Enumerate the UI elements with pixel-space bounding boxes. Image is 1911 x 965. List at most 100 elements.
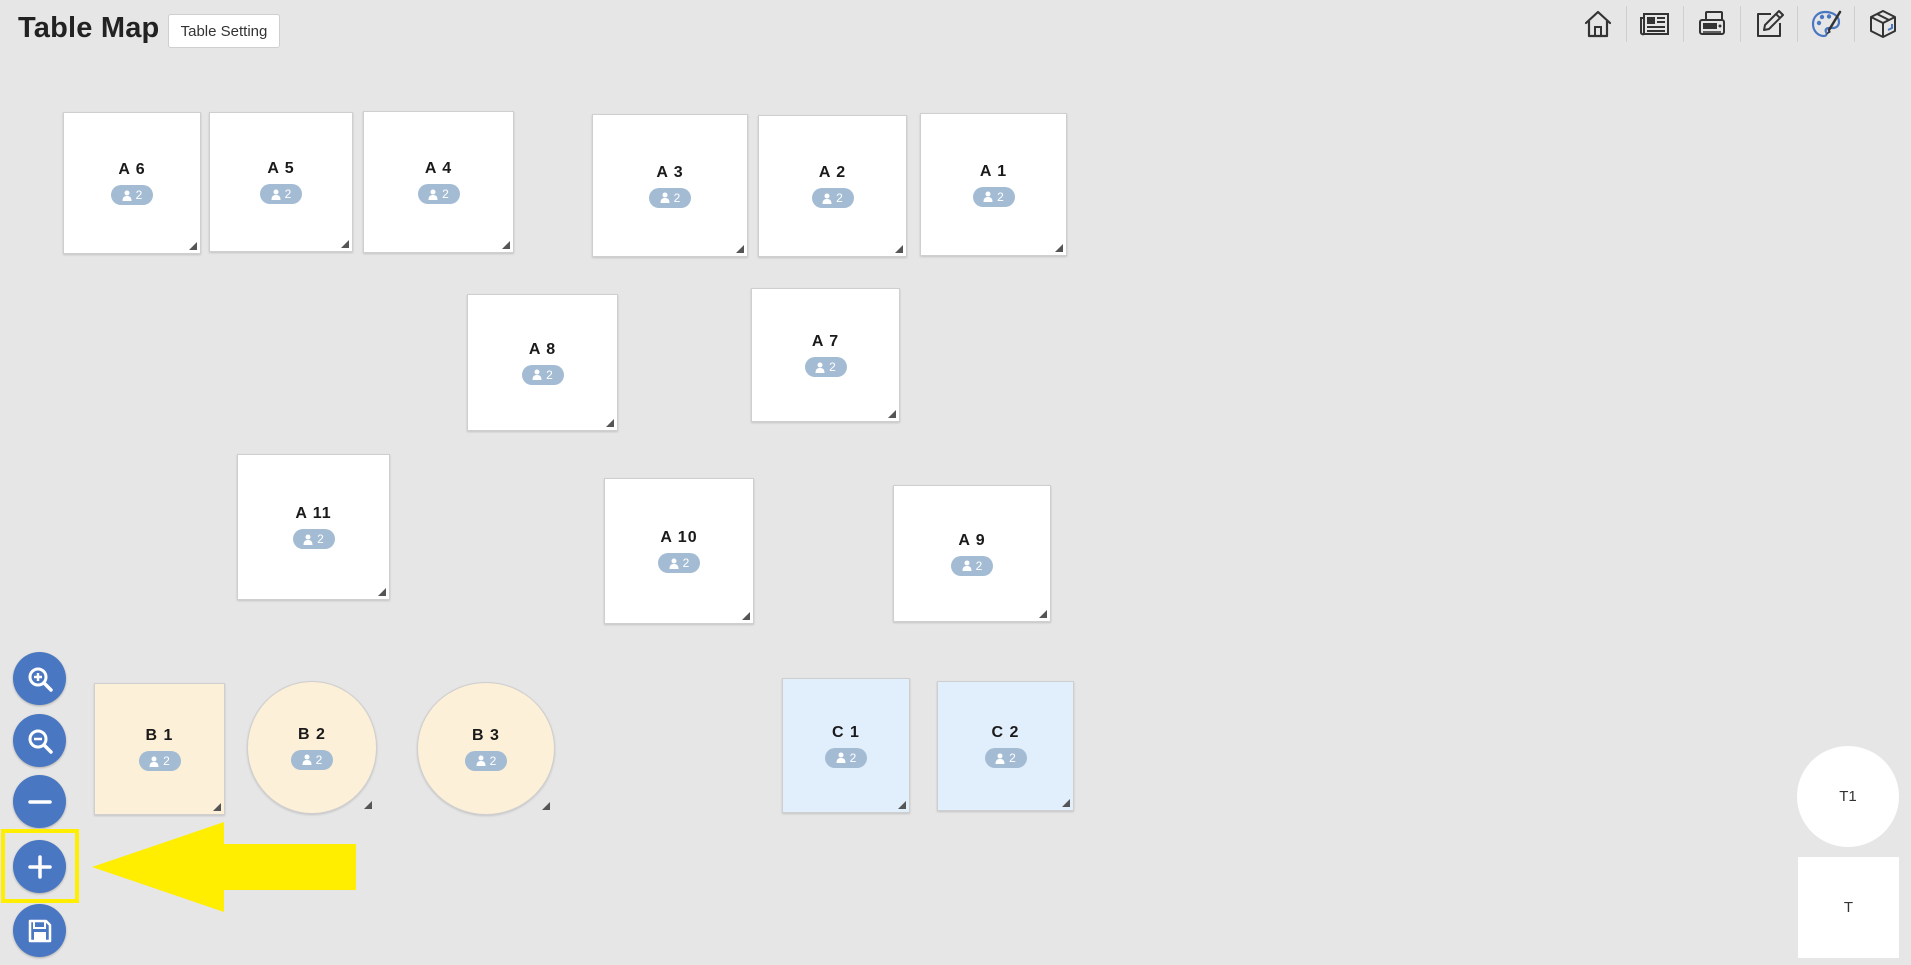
- resize-handle[interactable]: [606, 419, 614, 427]
- table-b1[interactable]: B 1 2: [94, 683, 225, 815]
- top-toolbar: [1570, 6, 1911, 42]
- table-name: B 2: [298, 725, 326, 743]
- resize-handle[interactable]: [736, 245, 744, 253]
- table-c1[interactable]: C 1 2: [782, 678, 910, 813]
- table-name: B 3: [472, 726, 500, 744]
- seat-count: 2: [829, 360, 836, 374]
- remove-table-button[interactable]: [13, 775, 66, 828]
- table-a11[interactable]: A 11 2: [237, 454, 390, 600]
- yellow-arrow: [92, 822, 356, 912]
- table-a8[interactable]: A 8 2: [467, 294, 618, 431]
- table-name: C 2: [991, 724, 1020, 741]
- table-a10[interactable]: A 10 2: [604, 478, 754, 624]
- news-button[interactable]: [1627, 6, 1684, 42]
- person-icon: [660, 192, 670, 203]
- edit-button[interactable]: [1741, 6, 1798, 42]
- resize-handle[interactable]: [1062, 799, 1070, 807]
- resize-handle[interactable]: [364, 801, 372, 809]
- seat-count-badge: 2: [825, 747, 867, 768]
- table-setting-button[interactable]: Table Setting: [168, 14, 280, 48]
- person-icon: [428, 189, 438, 200]
- palette-button[interactable]: [1798, 6, 1855, 42]
- seat-count-badge: 2: [951, 555, 993, 576]
- table-name: A 9: [958, 531, 986, 549]
- resize-handle[interactable]: [898, 801, 906, 809]
- seat-count: 2: [682, 556, 690, 570]
- resize-handle[interactable]: [742, 612, 750, 620]
- person-icon: [983, 191, 993, 202]
- seat-count-badge: 2: [138, 751, 181, 771]
- register-button[interactable]: [1684, 6, 1741, 42]
- resize-handle[interactable]: [189, 242, 197, 250]
- table-a1[interactable]: A 1 2: [920, 113, 1067, 256]
- table-name: A 10: [660, 529, 698, 546]
- table-name: T: [1843, 899, 1854, 916]
- seat-count: 2: [997, 189, 1004, 204]
- seat-count-badge: 2: [260, 184, 302, 204]
- box-button[interactable]: [1855, 6, 1911, 42]
- table-name: B 1: [145, 727, 174, 744]
- table-b2[interactable]: B 2 2: [247, 681, 377, 814]
- resize-handle[interactable]: [213, 803, 221, 811]
- seat-count-badge: 2: [465, 750, 507, 771]
- resize-handle[interactable]: [502, 241, 510, 249]
- seat-count-badge: 2: [111, 185, 153, 205]
- seat-count: 2: [135, 188, 143, 202]
- resize-handle[interactable]: [378, 588, 386, 596]
- zoom-in-button[interactable]: [13, 652, 66, 705]
- register-icon: [1699, 11, 1725, 35]
- resize-handle[interactable]: [888, 410, 896, 418]
- resize-handle[interactable]: [1039, 610, 1047, 618]
- save-button[interactable]: [13, 904, 66, 957]
- table-t[interactable]: T: [1798, 857, 1899, 958]
- seat-count: 2: [163, 754, 170, 768]
- resize-handle[interactable]: [341, 240, 349, 248]
- seat-count: 2: [315, 752, 323, 767]
- table-a9[interactable]: A 9 2: [893, 485, 1051, 622]
- table-name: A 1: [979, 162, 1008, 180]
- seat-count-badge: 2: [972, 186, 1015, 207]
- resize-handle[interactable]: [542, 802, 550, 810]
- person-icon: [122, 190, 132, 201]
- person-icon: [815, 362, 825, 373]
- seat-count-badge: 2: [984, 748, 1027, 768]
- page-title: Table Map: [18, 12, 160, 44]
- person-icon: [836, 752, 846, 763]
- seat-count-badge: 2: [658, 553, 700, 573]
- seat-count: 2: [849, 750, 857, 765]
- table-c2[interactable]: C 2 2: [937, 681, 1074, 811]
- minus-icon: [27, 799, 52, 804]
- person-icon: [962, 560, 972, 571]
- resize-handle[interactable]: [1055, 244, 1063, 252]
- resize-handle[interactable]: [895, 245, 903, 253]
- person-icon: [476, 755, 486, 766]
- zoom-out-button[interactable]: [13, 714, 66, 767]
- table-t1[interactable]: T1: [1797, 746, 1899, 847]
- table-a4[interactable]: A 4 2: [363, 111, 514, 253]
- seat-count: 2: [546, 367, 553, 382]
- person-icon: [532, 369, 542, 380]
- table-a7[interactable]: A 7 2: [751, 288, 900, 422]
- edit-icon: [1757, 10, 1784, 37]
- table-b3[interactable]: B 3 2: [417, 682, 555, 815]
- seat-count-badge: 2: [417, 184, 460, 204]
- person-icon: [302, 754, 312, 765]
- zoom-out-icon: [28, 729, 53, 754]
- person-icon: [149, 756, 159, 767]
- table-a6[interactable]: A 6 2: [63, 112, 201, 254]
- home-button[interactable]: [1570, 6, 1627, 42]
- person-icon: [303, 534, 313, 545]
- table-name: C 1: [832, 723, 860, 741]
- table-a2[interactable]: A 2 2: [758, 115, 907, 257]
- add-table-button[interactable]: [13, 840, 66, 893]
- box-icon: [1870, 10, 1896, 38]
- seat-count: 2: [836, 191, 843, 205]
- seat-count-badge: 2: [649, 187, 691, 208]
- table-a5[interactable]: A 5 2: [209, 112, 353, 252]
- person-icon: [669, 558, 679, 569]
- save-icon: [28, 919, 51, 942]
- table-name: A 2: [818, 164, 847, 181]
- person-icon: [271, 189, 281, 200]
- table-a3[interactable]: A 3 2: [592, 114, 748, 257]
- table-name: A 7: [811, 333, 840, 350]
